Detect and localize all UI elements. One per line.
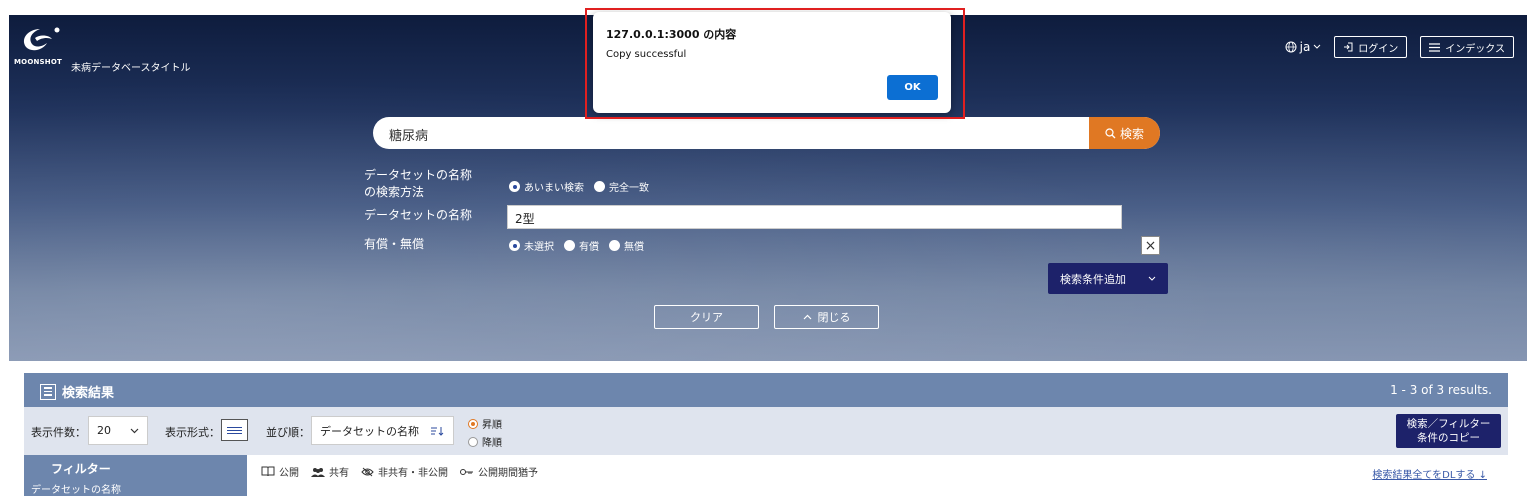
legend-grace: 公開期間猶予 xyxy=(460,464,538,479)
top-nav: ja ログイン インデックス xyxy=(1285,36,1514,58)
legend-private: 非共有・非公開 xyxy=(361,464,448,479)
results-title-text: 検索結果 xyxy=(62,386,115,401)
chevron-down-icon xyxy=(130,428,139,433)
login-label: ログイン xyxy=(1358,43,1399,55)
paid-label: 有償・無償 xyxy=(364,237,425,251)
legend-grace-label: 公開期間猶予 xyxy=(478,468,538,479)
radio-dot xyxy=(468,436,478,447)
visibility-legend: 公開 共有 非共有・非公開 公開期間猶予 xyxy=(261,464,538,479)
radio-unselected[interactable]: 未選択 xyxy=(509,238,554,253)
remove-condition-button[interactable]: × xyxy=(1141,236,1160,255)
key-icon xyxy=(460,468,473,475)
chevron-up-icon xyxy=(803,314,811,320)
results-count: 1 - 3 of 3 results. xyxy=(1390,383,1492,397)
radio-free-label: 無償 xyxy=(624,242,644,253)
sort-select[interactable]: データセットの名称 xyxy=(311,416,454,445)
radio-paid-label: 有償 xyxy=(579,242,599,253)
index-button[interactable]: インデックス xyxy=(1420,36,1514,58)
download-label: 検索結果全てをDLする xyxy=(1372,470,1476,481)
radio-dot xyxy=(564,240,575,251)
radio-exact-label: 完全一致 xyxy=(609,183,649,194)
alert-dialog: 127.0.0.1:3000 の内容 Copy successful OK xyxy=(593,12,951,113)
search-bar: 糖尿病 検索 xyxy=(373,117,1160,149)
display-format-label: 表示形式： xyxy=(165,426,220,439)
radio-unselected-label: 未選択 xyxy=(524,242,554,253)
dialog-ok-button[interactable]: OK xyxy=(887,75,938,100)
copy-label-line2: 条件のコピー xyxy=(1417,432,1480,444)
eye-off-icon xyxy=(361,467,374,476)
sort-asc-label: 昇順 xyxy=(482,420,502,431)
results-header: 検索結果 1 - 3 of 3 results. xyxy=(24,373,1508,407)
logo-wordmark: MOONSHOT xyxy=(14,58,62,66)
sort-desc-radio[interactable]: 降順 xyxy=(468,434,502,449)
radio-paid[interactable]: 有償 xyxy=(564,238,599,253)
radio-dot xyxy=(609,240,620,251)
method-label-line2: の検索方法 xyxy=(364,185,425,199)
chevron-down-icon xyxy=(1148,276,1156,281)
search-button-label: 検索 xyxy=(1119,126,1144,141)
radio-dot xyxy=(594,181,605,192)
add-condition-label: 検索条件追加 xyxy=(1060,272,1126,286)
clear-label: クリア xyxy=(690,311,723,324)
legend-public: 公開 xyxy=(261,464,299,479)
sort-desc-label: 降順 xyxy=(482,438,502,449)
results-controls: 表示件数： 20 表示形式： 並び順： データセットの名称 昇順 降順 検索／フ… xyxy=(24,407,1508,455)
add-condition-button[interactable]: 検索条件追加 xyxy=(1048,263,1168,294)
search-icon xyxy=(1105,127,1116,138)
site-title: 未病データベースタイトル xyxy=(71,63,191,74)
download-icon: ↓ xyxy=(1478,470,1487,481)
close-conditions-button[interactable]: 閉じる xyxy=(774,305,879,329)
filter-panel: フィルター データセットの名称 xyxy=(24,455,247,496)
method-radio-group: あいまい検索 完全一致 xyxy=(509,179,653,194)
radio-exact[interactable]: 完全一致 xyxy=(594,179,649,194)
close-label: 閉じる xyxy=(817,311,851,324)
legend-public-label: 公開 xyxy=(279,468,299,479)
filter-item[interactable]: データセットの名称 xyxy=(31,481,121,496)
dialog-title: 127.0.0.1:3000 の内容 xyxy=(606,28,737,41)
sort-asc-radio[interactable]: 昇順 xyxy=(468,416,502,431)
dataset-name-input[interactable]: 2型 xyxy=(507,205,1122,229)
group-icon xyxy=(311,467,325,477)
copy-label-line1: 検索／フィルター xyxy=(1406,418,1491,430)
dataset-name-label: データセットの名称 xyxy=(364,208,473,222)
dialog-message: Copy successful xyxy=(606,49,687,60)
method-label-line1: データセットの名称 xyxy=(364,168,473,182)
list-icon xyxy=(40,383,56,400)
book-icon xyxy=(261,466,275,477)
sort-icon xyxy=(431,426,444,436)
paid-radio-group: 未選択 有償 無償 xyxy=(509,238,648,253)
login-button[interactable]: ログイン xyxy=(1334,36,1408,58)
clear-button[interactable]: クリア xyxy=(654,305,759,329)
results-title: 検索結果 xyxy=(40,382,114,401)
download-all-link[interactable]: 検索結果全てをDLする ↓ xyxy=(1372,466,1487,481)
search-button[interactable]: 検索 xyxy=(1089,117,1160,149)
copy-conditions-button[interactable]: 検索／フィルター 条件のコピー xyxy=(1396,414,1501,448)
filter-title: フィルター xyxy=(51,462,111,476)
list-view-icon[interactable] xyxy=(221,419,248,441)
per-page-value: 20 xyxy=(97,424,111,437)
legend-shared-label: 共有 xyxy=(329,468,349,479)
login-icon xyxy=(1344,42,1353,52)
sort-label: 並び順： xyxy=(266,426,310,439)
moonshot-logo-icon xyxy=(23,27,60,51)
legend-private-label: 非共有・非公開 xyxy=(378,468,448,479)
radio-dot-selected xyxy=(509,181,520,192)
radio-fuzzy[interactable]: あいまい検索 xyxy=(509,179,584,194)
radio-fuzzy-label: あいまい検索 xyxy=(524,183,584,194)
sort-value: データセットの名称 xyxy=(320,424,419,438)
search-input[interactable]: 糖尿病 xyxy=(389,125,428,144)
method-label: データセットの名称 の検索方法 xyxy=(364,167,472,201)
legend-shared: 共有 xyxy=(311,464,349,479)
radio-dot-selected xyxy=(509,240,520,251)
index-label: インデックス xyxy=(1445,43,1505,55)
language-selector[interactable]: ja xyxy=(1285,40,1322,54)
menu-icon xyxy=(1429,42,1441,52)
chevron-down-icon xyxy=(1313,44,1321,49)
radio-dot-selected xyxy=(468,418,478,429)
language-label: ja xyxy=(1299,40,1311,54)
per-page-label: 表示件数： xyxy=(31,426,86,439)
per-page-select[interactable]: 20 xyxy=(88,416,148,445)
radio-free[interactable]: 無償 xyxy=(609,238,644,253)
globe-icon xyxy=(1285,41,1297,53)
